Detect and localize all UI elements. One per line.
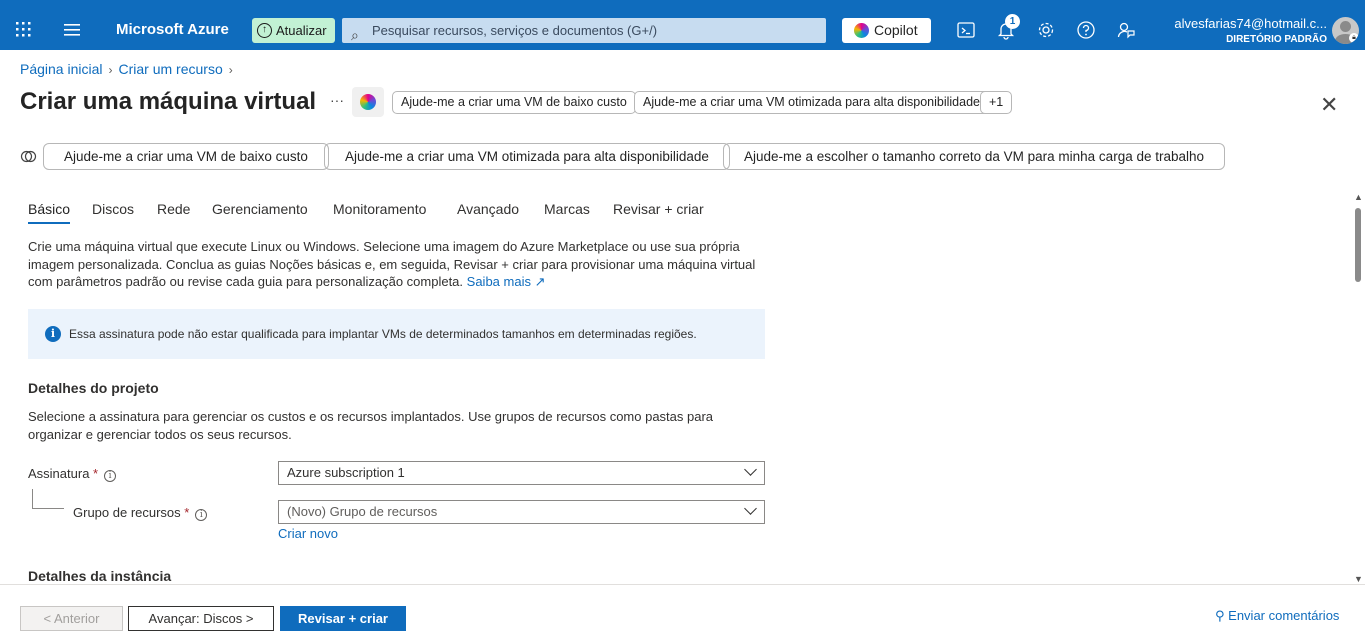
resource-group-dropdown[interactable]: (Novo) Grupo de recursos <box>278 500 765 524</box>
send-feedback-label: Enviar comentários <box>1228 608 1340 623</box>
resource-group-label: Grupo de recursos * i <box>73 505 208 521</box>
resource-group-value: (Novo) Grupo de recursos <box>287 504 438 519</box>
info-icon[interactable]: i <box>104 470 117 482</box>
header-prompt-more[interactable]: +1 <box>980 91 1013 114</box>
tab-monitoramento[interactable]: Monitoramento <box>333 201 426 217</box>
basics-description: Crie uma máquina virtual que execute Lin… <box>28 238 768 291</box>
suggestion-low-cost[interactable]: Ajude-me a criar uma VM de baixo custo <box>43 143 329 170</box>
breadcrumb-home[interactable]: Página inicial <box>20 61 103 77</box>
scroll-down-icon[interactable]: ▼ <box>1354 574 1363 584</box>
copilot-outline-icon <box>20 150 37 163</box>
account-directory: DIRETÓRIO PADRÃO <box>1226 34 1327 45</box>
avatar-head <box>1340 21 1351 32</box>
instance-details-heading: Detalhes da instância <box>28 568 172 584</box>
header-prompt-high-availability[interactable]: Ajude-me a criar uma VM otimizada para a… <box>634 91 989 114</box>
breadcrumb: Página inicial › Criar um recurso › <box>20 61 239 77</box>
wizard-footer: < Anterior Avançar: Discos > Revisar + c… <box>0 584 1365 639</box>
gear-icon[interactable] <box>1036 20 1056 40</box>
suggestion-vm-size[interactable]: Ajude-me a escolher o tamanho correto da… <box>723 143 1226 170</box>
tab-rede[interactable]: Rede <box>157 201 190 217</box>
copilot-logo-icon <box>854 23 869 38</box>
tab-revisar-criar[interactable]: Revisar + criar <box>613 201 704 217</box>
subscription-label: Assinatura * i <box>28 466 117 482</box>
required-marker: * <box>93 466 99 481</box>
notifications-badge: 1 <box>1005 14 1020 29</box>
copilot-label: Copilot <box>874 22 918 38</box>
subscription-label-text: Assinatura <box>28 466 90 481</box>
external-link-icon: ↗ <box>534 274 546 289</box>
page-title: Criar uma máquina virtual <box>20 88 317 115</box>
help-icon[interactable] <box>1076 20 1096 40</box>
resource-group-label-text: Grupo de recursos <box>73 505 181 520</box>
tab-discos[interactable]: Discos <box>92 201 134 217</box>
tree-connector <box>32 489 64 509</box>
update-button[interactable]: ↑ Atualizar <box>252 18 335 43</box>
basics-description-text: Crie uma máquina virtual que execute Lin… <box>28 239 756 289</box>
account-info[interactable]: alvesfarias74@hotmail.c... DIRETÓRIO PAD… <box>1174 16 1327 45</box>
learn-more-link[interactable]: Saiba mais ↗ <box>467 274 546 289</box>
avatar[interactable]: 🔒︎ <box>1332 17 1359 44</box>
chevron-right-icon: › <box>228 63 233 77</box>
brand-title[interactable]: Microsoft Azure <box>116 21 229 38</box>
required-marker: * <box>184 505 190 520</box>
tab-avancado[interactable]: Avançado <box>457 201 519 217</box>
tab-marcas[interactable]: Marcas <box>544 201 590 217</box>
tab-gerenciamento[interactable]: Gerenciamento <box>212 201 308 217</box>
learn-more-label: Saiba mais <box>466 274 531 289</box>
more-options-button[interactable]: ··· <box>330 92 344 108</box>
header-prompt-low-cost[interactable]: Ajude-me a criar uma VM de baixo custo <box>392 91 636 114</box>
copilot-button[interactable]: Copilot <box>842 18 931 43</box>
tab-basico[interactable]: Básico <box>28 201 71 224</box>
copilot-logo-icon <box>360 94 376 110</box>
chevron-down-icon <box>744 463 757 476</box>
info-icon[interactable]: i <box>195 509 208 521</box>
project-details-heading: Detalhes do projeto <box>28 380 159 396</box>
account-email: alvesfarias74@hotmail.c... <box>1174 16 1327 31</box>
close-icon[interactable]: ✕ <box>1320 92 1338 118</box>
top-bar: Microsoft Azure ↑ Atualizar ⌕ Pesquisar … <box>0 0 1365 50</box>
search-icon: ⌕ <box>351 27 359 43</box>
next-discos-button[interactable]: Avançar: Discos > <box>128 606 274 631</box>
send-feedback-link[interactable]: ⚲ Enviar comentários <box>1215 608 1339 624</box>
info-banner-text: Essa assinatura pode não estar qualifica… <box>69 327 697 341</box>
search-placeholder: Pesquisar recursos, serviços e documento… <box>372 23 658 38</box>
arrow-up-icon: ↑ <box>257 23 272 38</box>
create-new-link[interactable]: Criar novo <box>278 526 338 541</box>
review-create-button[interactable]: Revisar + criar <box>280 606 406 631</box>
chevron-down-icon <box>744 502 757 515</box>
suggestion-high-availability[interactable]: Ajude-me a criar uma VM otimizada para a… <box>324 143 730 170</box>
portal-menu-icon[interactable] <box>64 24 80 36</box>
cloud-shell-icon[interactable] <box>956 20 976 40</box>
feedback-icon: ⚲ <box>1215 608 1225 623</box>
global-search-input[interactable]: ⌕ Pesquisar recursos, serviços e documen… <box>342 18 826 43</box>
info-icon: i <box>45 326 61 342</box>
vertical-scrollbar[interactable]: ▲ ▼ <box>1353 192 1363 584</box>
project-details-text: Selecione a assinatura para gerenciar os… <box>28 409 714 442</box>
update-label: Atualizar <box>276 23 327 38</box>
scroll-up-icon[interactable]: ▲ <box>1354 192 1363 202</box>
breadcrumb-create-resource[interactable]: Criar um recurso <box>119 61 223 77</box>
subscription-dropdown[interactable]: Azure subscription 1 <box>278 461 765 485</box>
copilot-prompt-button[interactable] <box>352 87 384 117</box>
lock-icon: 🔒︎ <box>1349 33 1359 43</box>
previous-button[interactable]: < Anterior <box>20 606 123 631</box>
app-launcher-icon[interactable] <box>16 22 32 38</box>
feedback-icon[interactable] <box>1116 20 1136 40</box>
info-banner: i Essa assinatura pode não estar qualifi… <box>28 309 765 359</box>
subscription-value: Azure subscription 1 <box>287 465 405 480</box>
scrollbar-thumb[interactable] <box>1355 208 1361 282</box>
chevron-right-icon: › <box>108 63 113 77</box>
